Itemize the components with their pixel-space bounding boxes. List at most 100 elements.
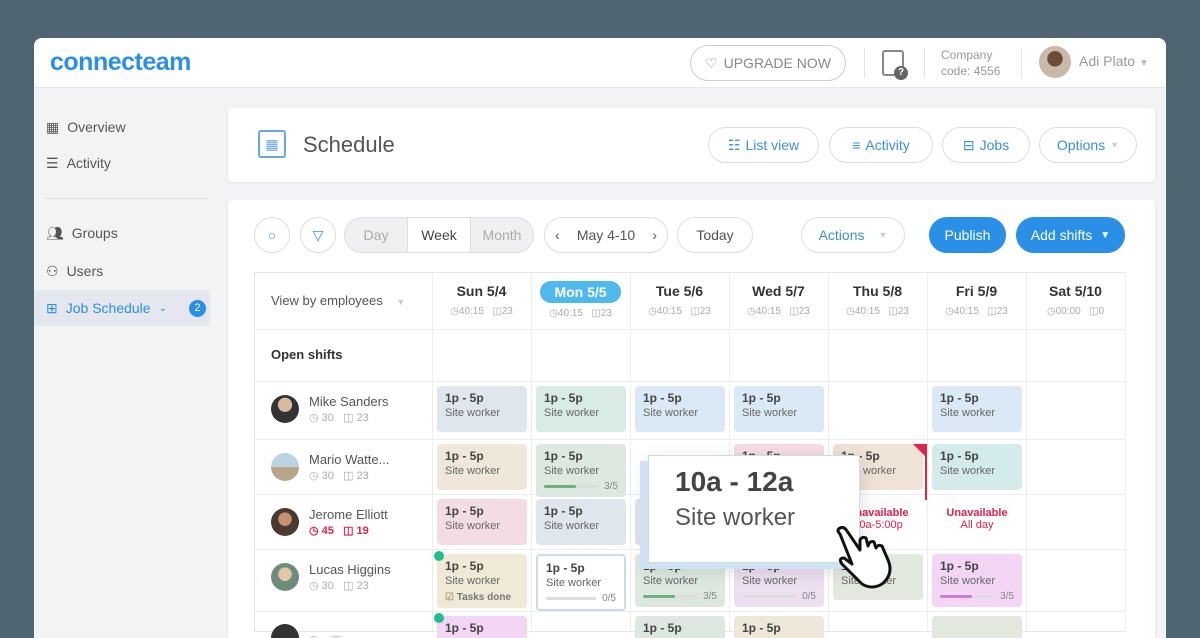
sidebar-item-groups[interactable]: 👥︎Groups [46,221,118,245]
status-dot [434,551,444,561]
shift-card[interactable]: 1p - 5pSite worker [437,386,527,432]
tab-month[interactable]: Month [471,218,533,252]
help-icon[interactable]: ? [882,50,904,76]
shift-role: Site worker [742,407,797,419]
hand-cursor-icon [832,526,902,592]
employee-hours: 45 [322,525,334,537]
sidebar-item-overview[interactable]: ▦Overview [46,115,126,139]
search-button[interactable]: ○ [254,217,290,253]
shift-role: Site worker [546,577,601,589]
day-label: Fri 5/9 [948,281,1005,301]
shift-card[interactable]: 1p - 5p [635,616,725,638]
shift-time: 1p - 5p [643,391,717,405]
schedule-header: ▦ Schedule ☷List view ≡Activity ⊟Jobs Op… [228,108,1155,182]
progress-track [940,595,994,598]
progress-track [544,485,598,488]
shift-role: Site worker [445,465,500,477]
progress-fill [544,485,576,488]
progress-fill [643,595,675,598]
filter-button[interactable]: ▽ [300,217,336,253]
shift-card[interactable]: 1p - 5p [734,616,824,638]
divider [864,48,865,78]
publish-button[interactable]: Publish [929,217,1006,253]
sidebar-item-job-schedule[interactable]: ⊞Job Schedule⌄2 [34,290,210,326]
employee-row-header[interactable]: Mike Sanders◷ 30 ◫ 23 [271,394,388,424]
view-by-dropdown[interactable]: View by employees ▼ [271,293,405,308]
search-icon: ○ [268,227,276,243]
day-label: Sun 5/4 [449,281,515,301]
employee-hours: 30 [322,470,334,482]
chevron-left-icon[interactable]: ‹ [555,227,560,243]
day-stats: ◷40:15 ◫23 [531,308,630,319]
shift-card[interactable]: 1p - 5pSite worker [734,386,824,432]
employee-row-header[interactable]: Jerome Elliott◷ 45 ◫ 19 [271,507,388,537]
date-range-picker[interactable]: ‹May 4-10› [544,217,668,253]
shift-time: 1p - 5p [445,391,519,405]
tab-day[interactable]: Day [345,218,407,252]
shift-card[interactable]: 1p - 5pSite worker [536,499,626,545]
divider [1021,48,1022,78]
employee-row-header[interactable]: Lucas Higgins◷ 30 ◫ 23 [271,562,391,592]
filter-icon: ▽ [313,227,324,244]
activity-button[interactable]: ≡Activity [829,127,933,163]
employee-shift-count: 19 [357,525,369,537]
day-hours: 40:15 [954,306,979,317]
grid-icon: ▦ [46,119,59,136]
sidebar-item-users[interactable]: ⚇Users [46,259,103,283]
shift-card[interactable]: 1p - 5pSite worker☑ Tasks done [437,554,527,608]
chevron-down-icon: ▼ [1100,230,1110,241]
sidebar: ▦Overview ☰Activity 👥︎Groups ⚇Users ⊞Job… [34,88,220,638]
sidebar-item-activity[interactable]: ☰Activity [46,151,111,175]
lines-icon: ≡ [852,137,860,153]
chevron-down-icon: ▼ [879,230,888,240]
shift-card[interactable]: 1p - 5p [437,616,527,638]
shift-time: 1p - 5p [445,621,519,635]
grid-column-line [531,273,532,631]
shift-card[interactable]: 1p - 5pSite worker [437,499,527,545]
day-header[interactable]: Wed 5/7◷40:15 ◫23 [729,281,828,317]
day-hours: 00:00 [1056,306,1081,317]
day-header[interactable]: Tue 5/6◷40:15 ◫23 [630,281,729,317]
shift-card[interactable]: 1p - 5pSite worker [932,386,1022,432]
user-menu[interactable]: Adi Plato ▼ [1079,53,1149,69]
grid-row-line [255,439,1125,440]
day-header[interactable]: Sun 5/4◷40:15 ◫23 [432,281,531,317]
shift-card[interactable]: 1p - 5pSite worker [536,386,626,432]
status-dot [434,613,444,623]
employee-shift-count: 23 [357,412,369,424]
shift-time: 1p - 5p [643,621,717,635]
jobs-button[interactable]: ⊟Jobs [942,127,1030,163]
shift-time: 1p - 5p [445,449,519,463]
shift-card[interactable]: 1p - 5pSite worker3/5 [932,554,1022,607]
employee-row-header[interactable]: ◷ ◫ [271,624,341,638]
shift-card[interactable]: 1p - 5pSite worker [932,444,1022,490]
day-header[interactable]: Mon 5/5◷40:15 ◫23 [531,281,630,319]
employee-stats: ◷ 45 ◫ 19 [309,524,388,537]
actions-dropdown[interactable]: Actions▼ [801,217,905,253]
day-header[interactable]: Thu 5/8◷40:15 ◫23 [828,281,927,317]
day-header[interactable]: Sat 5/10◷00:00 ◫0 [1026,281,1125,317]
tab-week[interactable]: Week [407,218,471,252]
employee-row-header[interactable]: Mario Watte...◷ 30 ◫ 23 [271,452,389,482]
upgrade-button[interactable]: ♡UPGRADE NOW [690,45,846,81]
schedule-grid: View by employees ▼ Open shifts Sun 5/4◷… [254,272,1126,632]
shift-card[interactable]: 1p - 5pSite worker [635,386,725,432]
options-button[interactable]: Options▼ [1039,127,1137,163]
shift-card[interactable]: 1p - 5pSite worker0/5 [536,554,626,611]
page-title: Schedule [303,132,395,158]
today-button[interactable]: Today [677,217,753,253]
day-header[interactable]: Fri 5/9◷40:15 ◫23 [927,281,1026,317]
shift-card[interactable]: 1p - 5p Site worker [437,444,527,490]
chevron-right-icon[interactable]: › [652,227,657,243]
shift-card[interactable]: 1p - 5pSite worker3/5 [536,444,626,497]
shift-card[interactable] [932,616,1022,638]
grid-column-line [1125,273,1126,631]
add-shifts-button[interactable]: Add shifts▼ [1016,217,1125,253]
day-hours: 40:15 [657,306,682,317]
unavailable-block[interactable]: UnavailableAll day [932,507,1022,531]
task-progress: 3/5 [544,481,618,492]
list-view-button[interactable]: ☷List view [708,127,819,163]
shift-time: 1p - 5p [445,504,519,518]
alert-line [925,444,927,500]
avatar[interactable] [1039,46,1071,78]
